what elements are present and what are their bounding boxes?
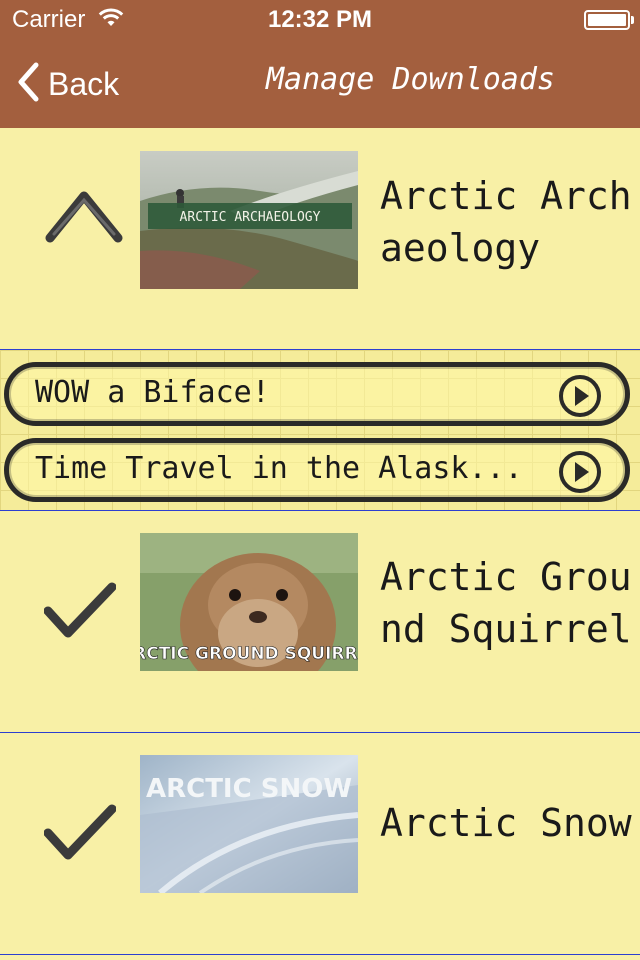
thumbnail-caption: ARCTIC SNOW: [146, 774, 352, 804]
back-button[interactable]: Back: [16, 62, 119, 106]
episode-title: WOW a Biface!: [35, 375, 270, 410]
collection-row-arctic-archaeology[interactable]: ARCTIC ARCHAEOLOGY Arctic Archaeology: [0, 128, 640, 350]
row-separator: [0, 954, 640, 955]
collection-title: Arctic Archaeology: [380, 174, 632, 270]
thumbnail-arctic-archaeology: ARCTIC ARCHAEOLOGY: [140, 151, 358, 289]
collection-title: Arctic Ground Squirrel: [380, 555, 632, 651]
thumbnail-arctic-ground-squirrel: ARCTIC GROUND SQUIRREL: [140, 533, 358, 671]
checkmark-icon[interactable]: [43, 581, 117, 645]
collection-row-arctic-snow[interactable]: ARCTIC SNOW Arctic Snow: [0, 733, 640, 955]
thumbnail-caption: ARCTIC ARCHAEOLOGY: [180, 210, 321, 225]
episode-list: WOW a Biface! Time Travel in the Alask..…: [0, 350, 640, 510]
thumbnail-arctic-snow: ARCTIC SNOW: [140, 755, 358, 893]
back-label: Back: [48, 65, 120, 102]
page-title: Manage Downloads: [266, 62, 555, 97]
navigation-bar: Carrier 12:32 PM Back Manage Downloads: [0, 0, 640, 128]
checkmark-icon[interactable]: [43, 803, 117, 867]
clock: 12:32 PM: [267, 6, 373, 33]
chevron-left-icon: [16, 62, 40, 106]
play-icon[interactable]: [557, 373, 603, 419]
episode-title: Time Travel in the Alask...: [35, 451, 523, 486]
collection-title: Arctic Snow: [380, 801, 632, 845]
collection-row-arctic-ground-squirrel[interactable]: ARCTIC GROUND SQUIRREL Arctic Ground Squ…: [0, 511, 640, 733]
thumbnail-caption: ARCTIC GROUND SQUIRREL: [140, 644, 358, 664]
episode-item-time-travel[interactable]: Time Travel in the Alask...: [4, 438, 630, 502]
play-icon[interactable]: [557, 449, 603, 495]
status-bar: Carrier 12:32 PM: [0, 0, 640, 40]
battery-icon: [584, 10, 634, 30]
episode-item-wow-a-biface[interactable]: WOW a Biface!: [4, 362, 630, 426]
chevron-up-icon[interactable]: [44, 186, 124, 250]
